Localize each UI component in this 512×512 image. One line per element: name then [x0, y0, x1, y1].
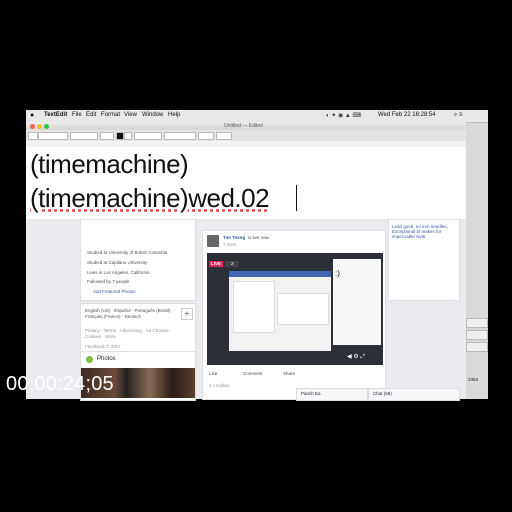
text-color-swatch[interactable] [116, 132, 124, 140]
font-size-select[interactable] [100, 132, 114, 140]
alignment-buttons[interactable] [164, 132, 196, 140]
nested-screen [229, 271, 331, 351]
document-line: (timemachine)wed.02 [30, 183, 270, 213]
live-post-card: Tim Tseng is live now. 7 mins LIVE 2 :) … [202, 230, 386, 400]
comment-button[interactable]: Comment [243, 371, 263, 376]
menu-app-name[interactable]: TextEdit [44, 112, 67, 118]
font-family-select[interactable] [38, 132, 68, 140]
nested-panel [277, 293, 329, 325]
add-language-button[interactable]: + [181, 308, 193, 320]
add-featured-photos-link[interactable]: Add Featured Photos [93, 289, 136, 294]
photos-label[interactable]: Photos [97, 356, 116, 362]
video-controls[interactable]: ◀ ⚙ ⤢ [347, 353, 365, 361]
minimize-icon[interactable] [37, 124, 42, 129]
side-button[interactable] [466, 318, 488, 328]
nested-right: :) [333, 259, 381, 345]
clock[interactable]: Wed Feb 22 16:28:54 [378, 112, 436, 118]
about-item: Followed by 7 people [87, 279, 130, 284]
close-icon[interactable] [30, 124, 35, 129]
sponsored-text[interactable]: Lead good, no iron needles, Exceptional … [392, 224, 456, 239]
language-links[interactable]: English (US) · Español · Português (Bras… [85, 308, 175, 320]
text-cursor [296, 185, 297, 211]
paragraph-style-button[interactable] [28, 132, 38, 140]
chat-person: Panch Ea [301, 391, 321, 396]
side-button[interactable] [466, 330, 488, 340]
viewer-count: 2 [225, 261, 239, 267]
live-badge: LIVE [209, 261, 223, 267]
menu-view[interactable]: View [124, 112, 137, 118]
list-style-select[interactable] [216, 132, 232, 140]
apple-icon[interactable]: ● [30, 112, 34, 119]
chat-tab-panch[interactable]: Panch Ea [296, 388, 368, 401]
menu-file[interactable]: File [72, 112, 82, 118]
line-spacing-select[interactable] [198, 132, 214, 140]
post-time: 7 mins [223, 242, 237, 247]
live-video[interactable]: LIVE 2 :) ◀ ⚙ ⤢ [207, 253, 383, 365]
right-sidebar-card: Lead good, no iron needles, Exceptional … [388, 219, 460, 301]
document-area[interactable]: (timemachine) (timemachine)wed.02 [26, 147, 466, 219]
about-item: Studied at Capilano University [87, 260, 148, 265]
post-action: is live now. [248, 235, 270, 240]
live-badge-text: LIVE [211, 261, 222, 266]
zoom-icon[interactable] [44, 124, 49, 129]
menu-format[interactable]: Format [101, 112, 120, 118]
menu-edit[interactable]: Edit [86, 112, 96, 118]
status-icons[interactable]: ◐ ✦ ◉ ▲ ⌨ [326, 112, 361, 119]
side-button[interactable] [466, 342, 488, 352]
nested-menu [233, 281, 275, 333]
timecode-overlay: 00:00:24;05 [6, 373, 114, 395]
like-button[interactable]: Like [209, 371, 217, 376]
facebook-intro-column: Studied at University of British Columbi… [80, 219, 198, 401]
menu-help[interactable]: Help [168, 112, 180, 118]
document-line: (timemachine) [30, 149, 189, 179]
highlight-color-swatch[interactable] [124, 132, 132, 140]
window-title: Untitled — Edited [224, 123, 263, 129]
post-author[interactable]: Tim Tseng [223, 235, 245, 240]
photos-icon [86, 356, 93, 363]
chat-bar[interactable]: Chat (68) [368, 388, 460, 401]
commenter-name[interactable]: J.J Gallon [209, 383, 229, 388]
footer-links[interactable]: Privacy · Terms · Advertising · Ad Choic… [85, 328, 185, 340]
nested-header [229, 271, 331, 277]
about-item: Studied at University of British Columbi… [87, 250, 168, 255]
bold-italic-underline-buttons[interactable] [134, 132, 162, 140]
smiley-text: :) [335, 269, 340, 278]
copyright: Facebook © 2017 [85, 344, 121, 349]
menu-window[interactable]: Window [142, 112, 163, 118]
share-button[interactable]: Share [283, 371, 295, 376]
side-count: 2353 [468, 377, 479, 382]
avatar[interactable] [207, 235, 219, 247]
about-item: Lives in Los Angeles, California [87, 270, 150, 275]
viewer-count-text: 2 [231, 261, 234, 266]
right-app-strip: 2353 [466, 122, 488, 399]
intro-card: Studied at University of British Columbi… [80, 219, 196, 301]
font-style-select[interactable] [70, 132, 98, 140]
spotlight-icon[interactable]: ⌕ ≡ [454, 112, 463, 119]
chat-label: Chat (68) [373, 391, 392, 396]
